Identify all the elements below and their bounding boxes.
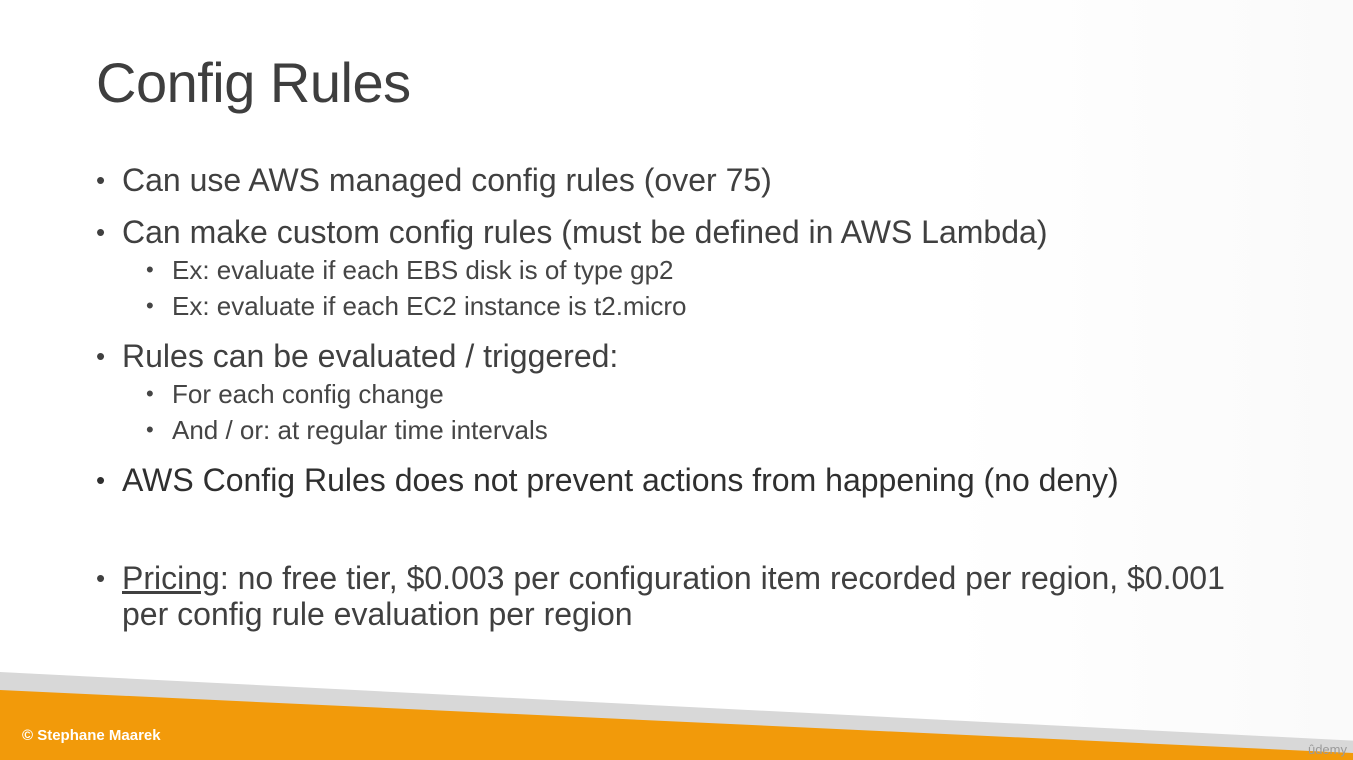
copyright-text: © Stephane Maarek [22,727,161,744]
sub-bullet-ebs-example: Ex: evaluate if each EBS disk is of type… [96,252,1276,288]
bullet-list: Can use AWS managed config rules (over 7… [96,160,1276,632]
bullet-pricing: Pricing: no free tier, $0.003 per config… [96,560,1276,632]
slide-title: Config Rules [96,51,411,114]
sub-bullet-ec2-example: Ex: evaluate if each EC2 instance is t2.… [96,288,1276,324]
pricing-text: : no free tier, $0.003 per configuration… [122,560,1225,632]
bullet-managed-rules: Can use AWS managed config rules (over 7… [96,160,1276,200]
bullet-custom-rules: Can make custom config rules (must be de… [96,212,1276,252]
sub-bullet-config-change: For each config change [96,376,1276,412]
slide: Config Rules Can use AWS managed config … [0,0,1353,760]
bullet-triggers: Rules can be evaluated / triggered: [96,336,1276,376]
bullet-no-deny: AWS Config Rules does not prevent action… [96,460,1276,500]
udemy-watermark: ûdemy [1307,742,1347,757]
pricing-label: Pricing [122,560,220,596]
footer-orange-band [0,690,1353,760]
sub-bullet-time-intervals: And / or: at regular time intervals [96,412,1276,448]
